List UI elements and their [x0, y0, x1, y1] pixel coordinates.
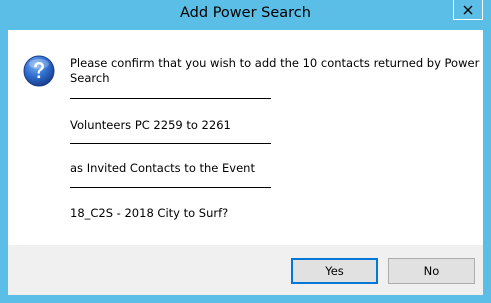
event-name: 18_C2S - 2018 City to Surf?	[70, 206, 229, 220]
window-title: Add Power Search	[180, 5, 311, 21]
message-line-2: Search	[70, 71, 110, 85]
search-name: Volunteers PC 2259 to 2261	[70, 118, 231, 132]
close-button[interactable]	[453, 0, 483, 20]
message-line-1: Please confirm that you wish to add the …	[70, 56, 480, 70]
divider	[70, 143, 271, 144]
title-bar[interactable]: Add Power Search	[0, 0, 491, 30]
action-text: as Invited Contacts to the Event	[70, 161, 255, 175]
dialog-window: Add Power Search Please confirm that you…	[0, 0, 491, 303]
divider	[70, 98, 271, 99]
divider	[70, 187, 271, 188]
question-icon	[23, 55, 55, 87]
close-icon	[463, 5, 473, 14]
yes-button[interactable]: Yes	[291, 258, 378, 284]
no-button[interactable]: No	[388, 258, 475, 284]
